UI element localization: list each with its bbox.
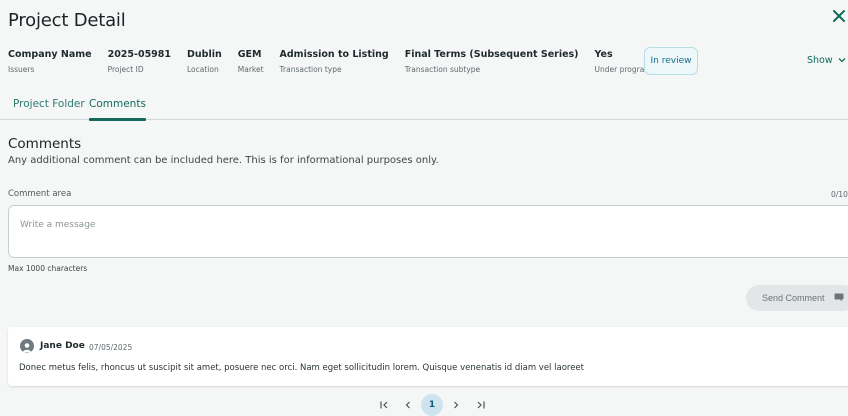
meta-label: Project ID: [107, 65, 144, 74]
meta-label: Transaction subtype: [404, 65, 481, 74]
previous-page-icon[interactable]: [396, 394, 420, 416]
section-title: Comments: [8, 136, 82, 152]
meta-issuers: Company Name Issuers: [8, 49, 92, 74]
avatar: [20, 339, 34, 353]
meta-label: Transaction type: [279, 65, 342, 74]
next-page-icon[interactable]: [444, 394, 468, 416]
meta-location: Dublin Location: [187, 49, 222, 74]
first-page-icon[interactable]: [372, 394, 396, 416]
chevron-down-icon: [838, 55, 846, 66]
meta-label: Issuers: [8, 65, 35, 74]
character-counter: 0/100: [831, 190, 848, 199]
comment-text: Donec metus felis, rhoncus ut suscipit s…: [19, 363, 584, 373]
pagination: 1: [372, 394, 492, 416]
tab-comments[interactable]: Comments: [89, 98, 146, 121]
meta-label: Location: [187, 65, 219, 74]
status-badge: In review: [644, 47, 698, 75]
comment-input[interactable]: [8, 205, 848, 258]
meta-value: Company Name: [8, 49, 92, 60]
section-description: Any additional comment can be included h…: [8, 155, 439, 166]
page-title: Project Detail: [8, 10, 126, 31]
close-icon[interactable]: [832, 7, 848, 29]
last-page-icon[interactable]: [468, 394, 492, 416]
meta-project-id: 2025-05981 Project ID: [108, 49, 171, 74]
meta-transaction-type: Admission to Listing Transaction type: [280, 49, 389, 74]
tab-bar: Project Folder Comments: [0, 98, 848, 121]
meta-value: Dublin: [187, 49, 222, 60]
helper-text: Max 1000 characters: [8, 264, 88, 273]
page-current[interactable]: 1: [421, 394, 443, 416]
meta-value: Final Terms (Subsequent Series): [404, 49, 579, 60]
comment-card: Jane Doe 07/05/2025 Donec metus felis, r…: [8, 327, 848, 386]
meta-market: GEM Market: [238, 49, 264, 74]
show-label: Show: [807, 55, 833, 66]
show-toggle[interactable]: Show: [807, 55, 846, 66]
comment-date: 07/05/2025: [89, 342, 133, 352]
meta-label: Market: [237, 65, 264, 74]
comment-area-label: Comment area: [8, 189, 72, 199]
send-comment-button[interactable]: Send Comment: [746, 285, 848, 311]
meta-value: Admission to Listing: [279, 49, 389, 60]
send-comment-label: Send Comment: [762, 293, 825, 303]
meta-value: 2025-05981: [107, 49, 172, 60]
comment-icon: [834, 293, 844, 304]
comment-author: Jane Doe: [40, 341, 85, 351]
project-meta: Company Name Issuers 2025-05981 Project …: [8, 49, 680, 74]
meta-value: GEM: [237, 49, 262, 60]
tab-project-folder[interactable]: Project Folder: [13, 98, 85, 119]
meta-transaction-subtype: Final Terms (Subsequent Series) Transact…: [405, 49, 579, 74]
